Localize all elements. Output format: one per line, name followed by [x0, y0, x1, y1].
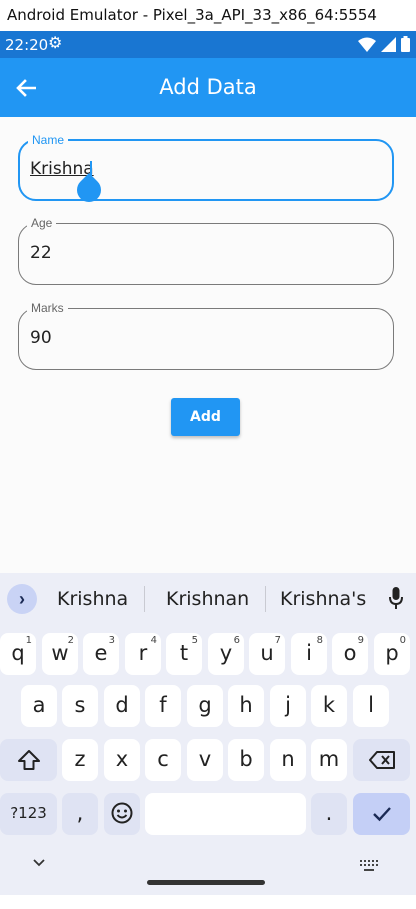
key-e[interactable]: e3	[83, 633, 119, 675]
key-l[interactable]: l	[353, 685, 389, 727]
age-field[interactable]: Age 22	[18, 215, 394, 285]
key-t[interactable]: t5	[166, 633, 202, 675]
key-s[interactable]: s	[62, 685, 98, 727]
key-d[interactable]: d	[104, 685, 140, 727]
suggestion-divider	[265, 586, 266, 612]
key-v[interactable]: v	[187, 739, 223, 781]
key-label: p	[385, 641, 399, 665]
key-u[interactable]: u7	[249, 633, 285, 675]
key-c[interactable]: c	[145, 739, 181, 781]
key-label: i	[306, 641, 312, 665]
key-y[interactable]: y6	[208, 633, 244, 675]
key-z[interactable]: z	[62, 739, 98, 781]
check-icon	[372, 807, 391, 822]
key-label: q	[11, 641, 25, 665]
key-label: y	[219, 641, 233, 665]
app-bar: Add Data	[0, 58, 416, 117]
chevron-down-icon[interactable]	[32, 858, 46, 867]
key-label: r	[138, 641, 148, 665]
suggestion-bar: › Krishna Krishnan Krishna's	[0, 573, 416, 625]
status-icons	[358, 36, 410, 52]
key-g[interactable]: g	[187, 685, 223, 727]
bottom-strip	[0, 895, 416, 909]
add-button[interactable]: Add	[171, 398, 240, 436]
key-label: w	[51, 641, 69, 665]
shift-icon	[17, 750, 40, 770]
key-hint: 8	[316, 635, 323, 646]
key-b[interactable]: b	[228, 739, 264, 781]
key-n[interactable]: n	[270, 739, 306, 781]
key-label: u	[260, 641, 274, 665]
mic-icon[interactable]	[389, 587, 403, 609]
suggestion-divider	[144, 586, 145, 612]
wifi-icon	[358, 37, 376, 52]
key-o[interactable]: o9	[332, 633, 368, 675]
key-x[interactable]: x	[104, 739, 140, 781]
navigation-bar	[0, 850, 416, 895]
key-a[interactable]: a	[21, 685, 57, 727]
emoji-icon	[111, 802, 133, 824]
period-key[interactable]: .	[311, 793, 347, 835]
key-j[interactable]: j	[270, 685, 306, 727]
emulator-frame: Android Emulator - Pixel_3a_API_33_x86_6…	[0, 0, 416, 909]
key-hint: 4	[150, 635, 157, 646]
suggestion-2[interactable]: Krishnan	[166, 588, 249, 610]
page-title: Add Data	[159, 75, 257, 99]
key-i[interactable]: i8	[291, 633, 327, 675]
suggestion-3[interactable]: Krishna's	[280, 588, 366, 610]
key-hint: 0	[399, 635, 406, 646]
key-hint: 1	[25, 635, 32, 646]
signal-icon	[381, 36, 396, 52]
key-h[interactable]: h	[228, 685, 264, 727]
home-indicator[interactable]	[147, 880, 265, 885]
status-time: 22:20	[5, 36, 49, 54]
suggestion-1[interactable]: Krishna	[57, 588, 128, 610]
marks-field-label: Marks	[27, 300, 68, 316]
key-m[interactable]: m	[311, 739, 347, 781]
status-bar: 22:20 ⚙	[0, 31, 416, 58]
age-field-value[interactable]: 22	[30, 243, 52, 263]
backspace-icon	[368, 751, 395, 769]
key-hint: 7	[274, 635, 281, 646]
key-hint: 5	[191, 635, 198, 646]
window-title: Android Emulator - Pixel_3a_API_33_x86_6…	[0, 0, 416, 31]
key-hint: 9	[357, 635, 364, 646]
comma-key[interactable]: ,	[62, 793, 98, 835]
key-hint: 2	[67, 635, 74, 646]
key-p[interactable]: p0	[374, 633, 410, 675]
key-label: t	[179, 641, 189, 665]
key-r[interactable]: r4	[125, 633, 161, 675]
chevron-right-icon[interactable]: ›	[7, 584, 37, 614]
key-k[interactable]: k	[311, 685, 347, 727]
key-hint: 3	[108, 635, 115, 646]
symbols-key[interactable]: ?123	[0, 793, 57, 835]
name-field-label: Name	[28, 132, 69, 148]
marks-field-value[interactable]: 90	[30, 328, 52, 348]
name-field[interactable]: Name Krishna	[18, 132, 394, 207]
battery-icon	[401, 36, 410, 52]
key-f[interactable]: f	[145, 685, 181, 727]
emoji-key[interactable]	[104, 793, 140, 835]
gear-icon: ⚙	[48, 35, 63, 52]
key-q[interactable]: q1	[0, 633, 36, 675]
key-label: o	[343, 641, 357, 665]
shift-key[interactable]	[0, 739, 57, 781]
keyboard-switch-icon[interactable]	[360, 860, 378, 872]
backspace-key[interactable]	[353, 739, 410, 781]
soft-keyboard: › Krishna Krishnan Krishna's q1 w2 e3 r4…	[0, 573, 416, 895]
key-w[interactable]: w2	[42, 633, 78, 675]
age-field-label: Age	[27, 215, 57, 231]
done-key[interactable]	[353, 793, 410, 835]
key-hint: 6	[233, 635, 240, 646]
marks-field[interactable]: Marks 90	[18, 300, 394, 370]
key-label: e	[94, 641, 108, 665]
space-key[interactable]	[145, 793, 306, 835]
